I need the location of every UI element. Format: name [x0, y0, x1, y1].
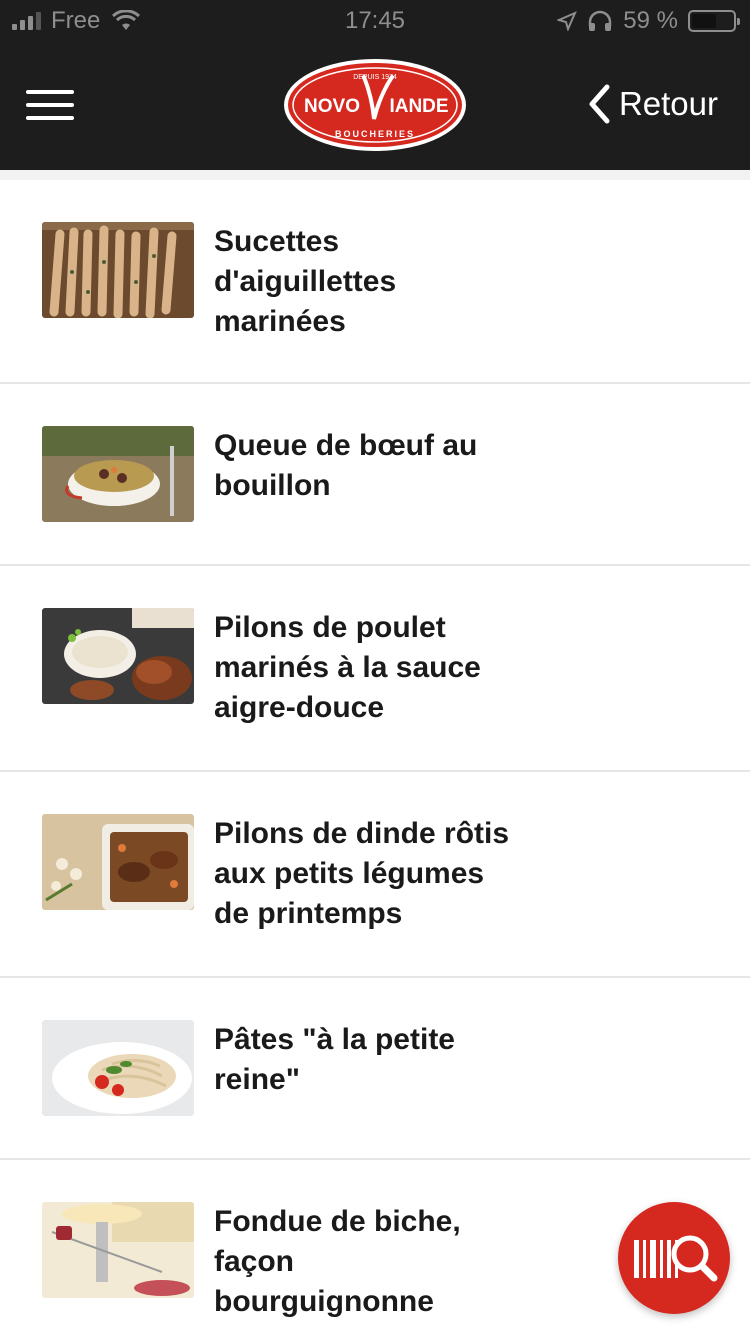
recipe-thumbnail	[42, 222, 194, 318]
barcode-search-icon	[634, 1235, 718, 1282]
battery-icon	[688, 10, 740, 32]
recipe-item[interactable]: Pilons de poulet marinés à la sauce aigr…	[0, 566, 750, 772]
chevron-left-icon	[589, 84, 610, 124]
recipe-thumbnail	[42, 814, 194, 910]
nav-bar: DEPUIS 1974 NOVO IANDE BOUCHERIES Retour	[0, 42, 750, 170]
logo-brand-left: NOVO	[304, 96, 360, 117]
battery-percent: 59 %	[623, 7, 678, 34]
recipe-item[interactable]: Sucettes d'aiguillettes marinées	[0, 180, 750, 384]
logo-brand-right: IANDE	[389, 96, 448, 117]
recipe-title: Sucettes d'aiguillettes marinées	[214, 225, 397, 338]
status-right: 59 %	[557, 7, 740, 35]
recipe-title: Queue de bœuf au bouillon	[214, 429, 478, 502]
barcode-scan-button[interactable]	[618, 1202, 730, 1314]
recipe-thumbnail	[42, 426, 194, 522]
recipe-item[interactable]: Queue de bœuf au bouillon	[0, 384, 750, 566]
back-button[interactable]: Retour	[587, 82, 718, 126]
status-bar: Free 17:45 59 %	[0, 0, 750, 42]
recipe-thumbnail	[42, 1020, 194, 1116]
recipe-title: Fondue de biche, façon bourguignonne	[214, 1205, 461, 1318]
hamburger-menu-icon[interactable]	[26, 90, 74, 122]
battery-fill	[692, 14, 716, 28]
recipe-item[interactable]: Pilons de dinde rôtis aux petits légumes…	[0, 772, 750, 978]
recipe-list: Sucettes d'aiguillettes marinées Queue d…	[0, 170, 750, 1334]
location-icon	[557, 11, 578, 31]
recipe-item[interactable]: Pâtes "à la petite reine"	[0, 978, 750, 1160]
logo-boucheries-text: BOUCHERIES	[335, 129, 415, 139]
headphones-icon	[589, 10, 612, 31]
recipe-thumbnail	[42, 1202, 194, 1298]
back-label: Retour	[618, 85, 718, 122]
novoviande-logo: DEPUIS 1974 NOVO IANDE BOUCHERIES	[284, 59, 466, 151]
recipe-title: Pilons de dinde rôtis aux petits légumes…	[214, 817, 510, 930]
recipe-thumbnail	[42, 608, 194, 704]
recipe-title: Pâtes "à la petite reine"	[214, 1023, 455, 1096]
recipe-title: Pilons de poulet marinés à la sauce aigr…	[214, 611, 481, 724]
